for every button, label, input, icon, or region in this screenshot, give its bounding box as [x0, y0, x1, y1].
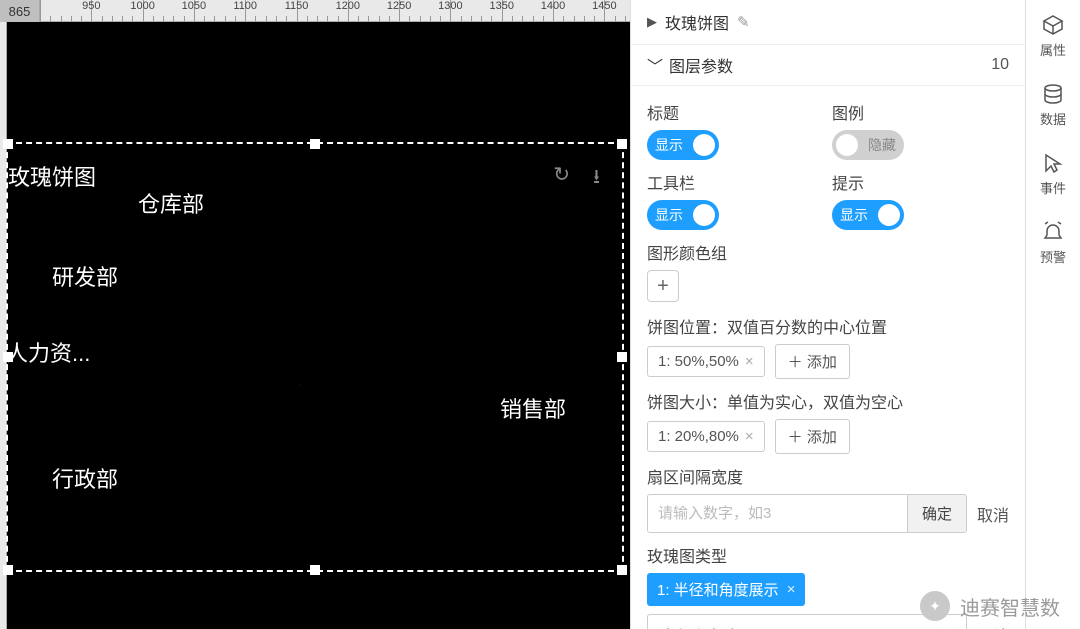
panel-name: 玫瑰饼图: [665, 10, 729, 34]
toggle-legend[interactable]: 隐藏: [832, 130, 904, 160]
section-title: 图层参数: [669, 53, 733, 77]
panel-body: 标题 显示 图例 隐藏 工具栏 显示 提示 显示 图形颜色组 + 饼图位置：双值…: [631, 86, 1025, 629]
resize-handle[interactable]: [310, 565, 320, 575]
tag-size[interactable]: 1: 20%,80%×: [647, 421, 765, 452]
section-count: 10: [991, 56, 1009, 74]
tab-attributes[interactable]: 属性: [1026, 0, 1080, 69]
gap-input-group: 确定: [647, 494, 967, 533]
close-icon[interactable]: ×: [745, 428, 754, 445]
add-size-button[interactable]: ＋ 添加: [775, 419, 850, 454]
label-rose-type: 玫瑰图类型: [647, 543, 1009, 567]
tab-data[interactable]: 数据: [1026, 69, 1080, 138]
stage[interactable]: ↻ ⭳ 玫瑰饼图 销售部 行政部 人力资... 研发部 仓库部: [0, 22, 630, 629]
resize-handle[interactable]: [617, 139, 627, 149]
alarm-icon: [1042, 221, 1064, 243]
resize-handle[interactable]: [310, 139, 320, 149]
panel-title-row: ▶ 玫瑰饼图 ✎: [631, 0, 1025, 44]
toggle-title[interactable]: 显示: [647, 130, 719, 160]
label-toolbar: 工具栏: [647, 170, 824, 194]
label-title: 标题: [647, 100, 824, 124]
add-color-button[interactable]: +: [647, 270, 679, 302]
chevron-down-icon: ﹀: [647, 53, 663, 77]
tag-rose-type[interactable]: 1: 半径和角度展示×: [647, 573, 805, 606]
resize-handle[interactable]: [3, 565, 13, 575]
ruler-horizontal: 9501000105011001150120012501300135014001…: [40, 0, 630, 22]
toggle-tooltip[interactable]: 显示: [832, 200, 904, 230]
toggle-toolbar[interactable]: 显示: [647, 200, 719, 230]
resize-handle[interactable]: [617, 565, 627, 575]
resize-handle[interactable]: [3, 139, 13, 149]
confirm-button[interactable]: 确定: [907, 495, 966, 532]
database-icon: [1042, 83, 1064, 105]
rose-type-select[interactable]: 半径和角度展示 ﹀: [647, 614, 967, 629]
label-sector-gap: 扇区间隔宽度: [647, 464, 1009, 488]
chevron-right-icon[interactable]: ▶: [647, 14, 657, 30]
cancel-link[interactable]: 取消: [977, 502, 1009, 526]
label-pie-size: 饼图大小：单值为实心，双值为空心: [647, 389, 1009, 413]
edit-icon[interactable]: ✎: [737, 13, 750, 31]
canvas-area: 865 950100010501100115012001250130013501…: [0, 0, 630, 629]
properties-panel: ▶ 玫瑰饼图 ✎ ﹀ 图层参数 10 标题 显示 图例 隐藏 工具栏 显示: [630, 0, 1025, 629]
close-icon[interactable]: ×: [787, 581, 796, 598]
section-header[interactable]: ﹀ 图层参数 10: [631, 44, 1025, 86]
resize-handle[interactable]: [3, 352, 13, 362]
add-position-button[interactable]: ＋ 添加: [775, 344, 850, 379]
tab-alert[interactable]: 预警: [1026, 207, 1080, 276]
close-icon[interactable]: ×: [745, 353, 754, 370]
right-tab-strip: 属性 数据 事件 预警: [1025, 0, 1080, 629]
label-color-group: 图形颜色组: [647, 240, 1009, 264]
ruler: 865 950100010501100115012001250130013501…: [0, 0, 630, 22]
resize-handle[interactable]: [617, 352, 627, 362]
cursor-icon: [1042, 152, 1064, 174]
label-pie-position: 饼图位置：双值百分数的中心位置: [647, 314, 1009, 338]
chevron-down-icon: ﹀: [938, 623, 954, 629]
label-legend: 图例: [832, 100, 1009, 124]
cube-icon: [1042, 14, 1064, 36]
label-tooltip: 提示: [832, 170, 1009, 194]
gap-input[interactable]: [648, 495, 907, 532]
tab-event[interactable]: 事件: [1026, 138, 1080, 207]
cancel-link[interactable]: 取消: [977, 623, 1009, 629]
ruler-origin: 865: [0, 0, 40, 22]
selection-box[interactable]: [6, 142, 624, 572]
tag-position[interactable]: 1: 50%,50%×: [647, 346, 765, 377]
